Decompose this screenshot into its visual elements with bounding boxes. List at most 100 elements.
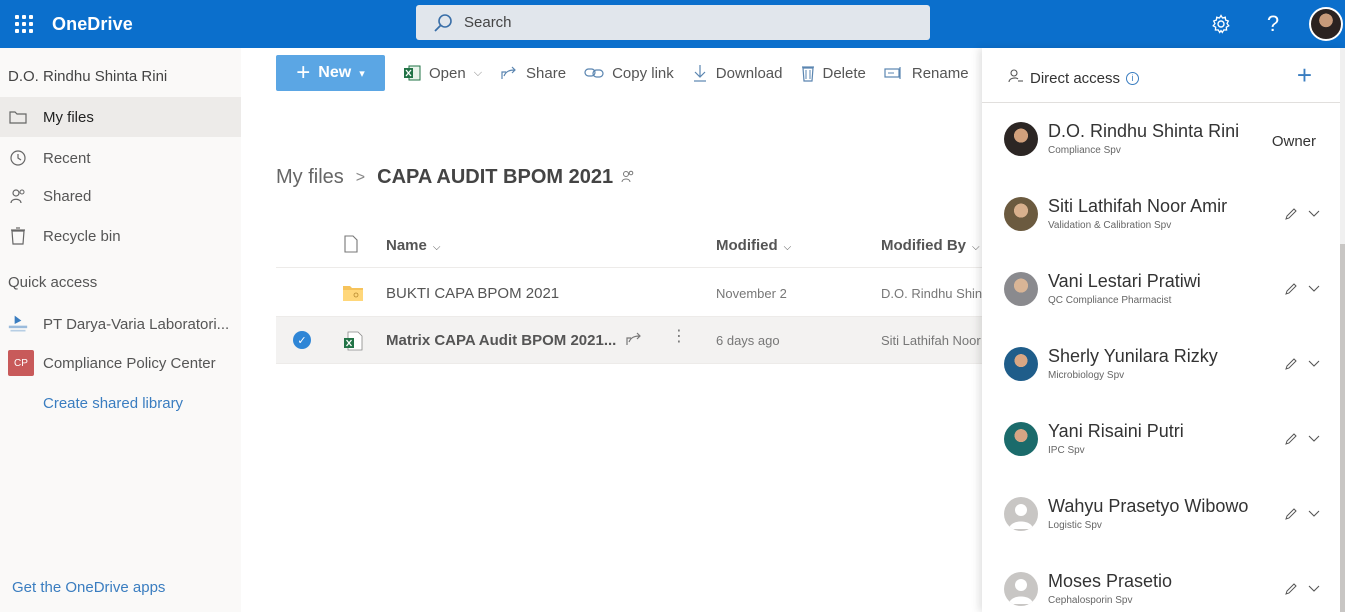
- person-role: QC Compliance Pharmacist: [1048, 295, 1172, 306]
- person-row[interactable]: D.O. Rindhu Shinta Rini Compliance Spv O…: [982, 104, 1340, 179]
- app-launcher-button[interactable]: [0, 0, 48, 48]
- copy-link-button[interactable]: Copy link: [584, 65, 674, 82]
- pencil-icon[interactable]: [1284, 357, 1298, 376]
- panel-title: Direct access i: [1008, 68, 1140, 88]
- person-role: Cephalosporin Spv: [1048, 595, 1133, 606]
- download-button[interactable]: Download: [692, 64, 783, 82]
- folder-icon: [8, 107, 28, 127]
- search-box[interactable]: Search: [416, 5, 930, 40]
- share-icon[interactable]: [625, 331, 643, 352]
- column-modified[interactable]: Modified ⌵: [716, 237, 791, 254]
- person-role: Compliance Spv: [1048, 145, 1121, 156]
- person-avatar: [1004, 272, 1038, 306]
- scrollbar-thumb[interactable]: [1340, 244, 1345, 612]
- chevron-down-icon[interactable]: [1308, 281, 1320, 299]
- person-role: Microbiology Spv: [1048, 370, 1125, 381]
- person-placeholder-icon: [1004, 572, 1038, 606]
- shared-folder-icon[interactable]: [621, 166, 635, 189]
- pencil-icon[interactable]: [1284, 282, 1298, 301]
- excel-file-icon: [343, 331, 363, 356]
- open-button[interactable]: Open ⌵: [403, 65, 482, 82]
- info-icon[interactable]: i: [1126, 71, 1140, 85]
- nav-label: Compliance Policy Center: [43, 354, 216, 372]
- breadcrumb-separator: >: [355, 168, 366, 186]
- person-row[interactable]: Moses Prasetio Cephalosporin Spv: [982, 554, 1340, 612]
- person-role: Logistic Spv: [1048, 520, 1102, 531]
- cp-badge-icon: CP: [8, 350, 34, 376]
- file-list-header: Name ⌵ Modified ⌵ Modified By ⌵: [276, 224, 982, 268]
- search-input[interactable]: Search: [464, 14, 512, 31]
- clock-icon: [8, 148, 28, 168]
- user-name: D.O. Rindhu Shinta Rini: [8, 68, 168, 85]
- share-button[interactable]: Share: [500, 65, 566, 82]
- panel-header: Direct access i +: [982, 48, 1340, 103]
- person-row[interactable]: Siti Lathifah Noor Amir Validation & Cal…: [982, 179, 1340, 254]
- column-name-label: Name: [386, 237, 427, 254]
- help-button[interactable]: ?: [1247, 0, 1299, 48]
- new-button[interactable]: + New ▾: [276, 55, 385, 91]
- settings-button[interactable]: [1195, 0, 1247, 48]
- file-name[interactable]: Matrix CAPA Audit BPOM 2021...: [386, 332, 616, 349]
- add-person-button[interactable]: +: [1297, 62, 1312, 88]
- checkmark-icon[interactable]: ✓: [293, 331, 311, 349]
- create-shared-library-link[interactable]: Create shared library: [0, 383, 241, 423]
- person-name: Wahyu Prasetyo Wibowo: [1048, 496, 1249, 516]
- pencil-icon[interactable]: [1284, 507, 1298, 526]
- nav-item-recent[interactable]: Recent: [0, 138, 241, 178]
- rename-label: Rename: [911, 64, 969, 82]
- nav-label: Create shared library: [43, 394, 184, 412]
- person-row[interactable]: Sherly Yunilara Rizky Microbiology Spv: [982, 329, 1340, 404]
- chevron-down-icon[interactable]: [1308, 206, 1320, 224]
- panel-title-text: Direct access: [1030, 69, 1121, 87]
- person-role: Validation & Calibration Spv: [1048, 220, 1172, 231]
- account-avatar[interactable]: [1309, 7, 1343, 41]
- app-name[interactable]: OneDrive: [52, 14, 133, 35]
- delete-button[interactable]: Delete: [801, 64, 866, 82]
- file-row[interactable]: BUKTI CAPA BPOM 2021 November 2 D.O. Rin…: [276, 270, 982, 317]
- panel-scrollbar[interactable]: [1340, 48, 1345, 612]
- pencil-icon[interactable]: [1284, 432, 1298, 451]
- column-modified-by[interactable]: Modified By ⌵: [881, 237, 980, 254]
- person-row[interactable]: Wahyu Prasetyo Wibowo Logistic Spv: [982, 479, 1340, 554]
- share-icon: [500, 65, 518, 81]
- chevron-down-icon: ⌵: [783, 242, 792, 253]
- pencil-icon[interactable]: [1284, 582, 1298, 601]
- person-row[interactable]: Yani Risaini Putri IPC Spv: [982, 404, 1340, 479]
- breadcrumb-root[interactable]: My files: [276, 166, 344, 189]
- chevron-down-icon: ⌵: [972, 242, 980, 253]
- quick-access-item-darya-varia[interactable]: PT Darya-Varia Laboratori...: [0, 304, 241, 344]
- file-row-selected[interactable]: ✓ Matrix CAPA Audit BPOM 2021... ⋮ 6 day…: [276, 317, 982, 364]
- file-modified: November 2: [716, 286, 787, 301]
- quick-access-item-compliance[interactable]: CP Compliance Policy Center: [0, 343, 241, 383]
- nav-item-recycle-bin[interactable]: Recycle bin: [0, 216, 241, 256]
- chevron-down-icon[interactable]: [1308, 356, 1320, 374]
- column-modified-label: Modified: [716, 237, 778, 254]
- breadcrumb: My files > CAPA AUDIT BPOM 2021: [276, 166, 635, 189]
- chevron-down-icon[interactable]: [1308, 506, 1320, 524]
- get-apps-link[interactable]: Get the OneDrive apps: [12, 579, 165, 596]
- share-label: Share: [526, 64, 567, 82]
- chevron-down-icon[interactable]: [1308, 581, 1320, 599]
- chevron-down-icon: ⌵: [473, 66, 483, 79]
- recycle-bin-icon: [8, 226, 28, 246]
- file-name[interactable]: BUKTI CAPA BPOM 2021: [386, 285, 686, 302]
- left-nav: D.O. Rindhu Shinta Rini My files Recent …: [0, 48, 241, 612]
- column-name[interactable]: Name ⌵: [386, 237, 440, 254]
- pencil-icon[interactable]: [1284, 207, 1298, 226]
- person-avatar: [1004, 197, 1038, 231]
- nav-label: Shared: [43, 187, 92, 205]
- cp-badge-text: CP: [14, 357, 28, 369]
- nav-item-my-files[interactable]: My files: [0, 97, 241, 137]
- more-options-icon[interactable]: ⋮: [671, 329, 687, 345]
- file-type-icon[interactable]: [344, 235, 358, 258]
- rename-button[interactable]: Rename: [884, 65, 969, 82]
- person-row[interactable]: Vani Lestari Pratiwi QC Compliance Pharm…: [982, 254, 1340, 329]
- nav-item-shared[interactable]: Shared: [0, 176, 241, 216]
- person-role: IPC Spv: [1048, 445, 1085, 456]
- excel-icon: [403, 65, 421, 81]
- delete-label: Delete: [822, 64, 866, 82]
- open-label: Open: [429, 64, 466, 82]
- chevron-down-icon[interactable]: [1308, 431, 1320, 449]
- person-name: Moses Prasetio: [1048, 571, 1173, 591]
- person-avatar: [1004, 422, 1038, 456]
